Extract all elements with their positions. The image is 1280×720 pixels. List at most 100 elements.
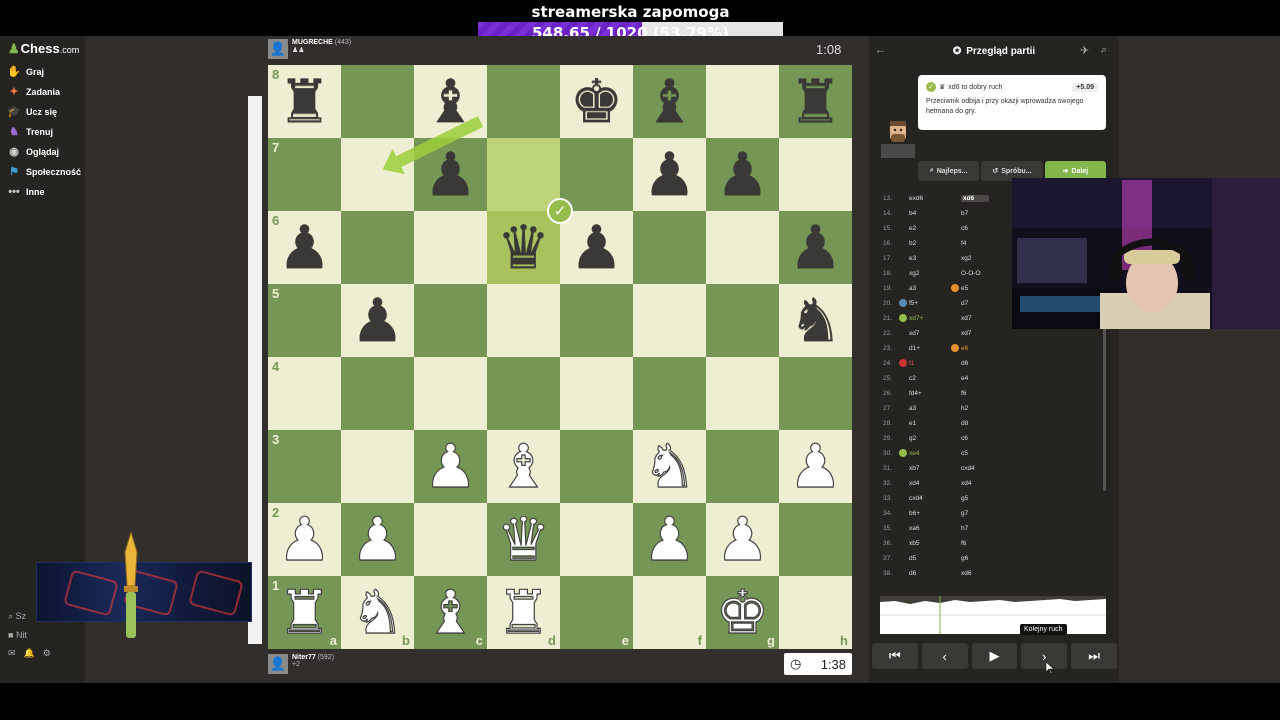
black-move[interactable]: d6	[961, 360, 1021, 367]
square-f4[interactable]	[633, 357, 706, 430]
square-h5[interactable]: ♞	[779, 284, 852, 357]
next-move-button[interactable]: ›	[1021, 643, 1068, 669]
bell-icon[interactable]: 🔔	[24, 648, 35, 659]
avatar[interactable]: 👤	[268, 654, 288, 674]
square-c3[interactable]: ♟	[414, 430, 487, 503]
square-g3[interactable]	[706, 430, 779, 503]
white-move[interactable]: xe4	[899, 449, 961, 457]
black-move[interactable]: xd6	[961, 570, 1021, 577]
user-item[interactable]: ■ Nit	[8, 630, 51, 640]
black-move[interactable]: xd4	[961, 480, 1021, 487]
white-move[interactable]: cxd4	[901, 495, 961, 502]
white-move[interactable]: exd6	[901, 195, 961, 202]
white-move[interactable]: xb7	[901, 465, 961, 472]
square-f1[interactable]: f	[633, 576, 706, 649]
square-c2[interactable]	[414, 503, 487, 576]
square-a2[interactable]: ♟ 2	[268, 503, 341, 576]
white-pawn-icon[interactable]: ♟	[350, 509, 405, 570]
square-a7[interactable]: 7	[268, 138, 341, 211]
black-move[interactable]: e4	[961, 375, 1021, 382]
white-move[interactable]: xd4	[901, 480, 961, 487]
black-pawn-icon[interactable]: ♟	[424, 145, 478, 205]
white-move[interactable]: xd7+	[899, 314, 961, 322]
white-pawn-icon[interactable]: ♟	[788, 436, 843, 497]
square-c7[interactable]: ♟	[414, 138, 487, 211]
square-d6[interactable]: ♛ ✓	[487, 198, 573, 284]
square-h3[interactable]: ♟	[779, 430, 852, 503]
square-e7[interactable]	[560, 138, 633, 211]
white-king-icon[interactable]: ♚	[715, 582, 770, 643]
square-f5[interactable]	[633, 284, 706, 357]
black-move[interactable]: f6	[961, 390, 1021, 397]
white-knight-icon[interactable]: ♞	[642, 436, 697, 497]
black-king-icon[interactable]: ♚	[570, 72, 624, 132]
white-move[interactable]: f1	[899, 359, 961, 367]
black-move[interactable]: c5	[961, 450, 1021, 457]
white-move[interactable]: b4	[901, 210, 961, 217]
white-pawn-icon[interactable]: ♟	[642, 509, 697, 570]
black-move[interactable]: g6	[961, 555, 1021, 562]
player-name[interactable]: MUGRECHE	[292, 39, 333, 46]
white-move[interactable]: e1	[901, 420, 961, 427]
square-b3[interactable]	[341, 430, 414, 503]
gear-icon[interactable]: ⚙	[43, 648, 51, 659]
white-move[interactable]: f5+	[899, 299, 961, 307]
black-pawn-icon[interactable]: ♟	[643, 145, 697, 205]
square-g6[interactable]	[706, 211, 779, 284]
white-move[interactable]: d6	[901, 570, 961, 577]
black-bishop-icon[interactable]: ♝	[643, 72, 697, 132]
white-move[interactable]: g2	[901, 435, 961, 442]
white-rook-icon[interactable]: ♜	[277, 582, 332, 643]
square-f7[interactable]: ♟	[633, 138, 706, 211]
sidebar-item-ucz-się[interactable]: 🎓 Ucz się	[7, 104, 57, 120]
square-a6[interactable]: ♟ 6	[268, 211, 341, 284]
square-h2[interactable]	[779, 503, 852, 576]
notification-icon[interactable]: ✉	[8, 648, 16, 659]
white-move[interactable]: b2	[901, 240, 961, 247]
square-f6[interactable]	[633, 211, 706, 284]
chess-board[interactable]: ♜ 8 ♝ ♚ ♝ ♜ 7 ♟ ♟ ♟ ♟ 6 ♛ ✓ ♟ ♟ 5 ♟ ♞ 4 3 ♟ ♝ ♞ ♟ ♟ 2 ♟ ♛ ♟ ♟ ♜ 1 a ♞ b ♝ c ♜ d…	[268, 65, 852, 649]
search-icon[interactable]: ⌕	[1101, 44, 1107, 57]
white-queen-icon[interactable]: ♛	[496, 509, 551, 570]
square-c4[interactable]	[414, 357, 487, 430]
sidebar-item-trenuj[interactable]: ♞ Trenuj	[8, 124, 53, 140]
square-h4[interactable]	[779, 357, 852, 430]
player-name[interactable]: Niter77	[292, 654, 316, 661]
black-move[interactable]: c6	[961, 435, 1021, 442]
chess-logo[interactable]: ♟Chess.com	[8, 41, 79, 57]
square-g8[interactable]	[706, 65, 779, 138]
square-h1[interactable]: h	[779, 576, 852, 649]
white-move[interactable]: e3	[901, 255, 961, 262]
square-b8[interactable]	[341, 65, 414, 138]
square-b2[interactable]: ♟	[341, 503, 414, 576]
eval-graph[interactable]	[880, 596, 1106, 634]
square-b5[interactable]: ♟	[341, 284, 414, 357]
black-rook-icon[interactable]: ♜	[278, 72, 332, 132]
square-f3[interactable]: ♞	[633, 430, 706, 503]
black-rook-icon[interactable]: ♜	[789, 72, 843, 132]
black-pawn-icon[interactable]: ♟	[716, 145, 770, 205]
square-d5[interactable]	[487, 284, 560, 357]
black-pawn-icon[interactable]: ♟	[570, 218, 624, 278]
square-a1[interactable]: ♜ 1 a	[268, 576, 341, 649]
square-d2[interactable]: ♛	[487, 503, 560, 576]
white-pawn-icon[interactable]: ♟	[423, 436, 478, 497]
white-move[interactable]: xg2	[901, 270, 961, 277]
black-move[interactable]: f6	[961, 540, 1021, 547]
current-move[interactable]: xd6	[961, 195, 989, 202]
square-h8[interactable]: ♜	[779, 65, 852, 138]
sidebar-item-społeczność[interactable]: ⚑ Społeczność	[8, 164, 81, 180]
square-e1[interactable]: e	[560, 576, 633, 649]
white-move[interactable]: e2	[901, 225, 961, 232]
square-a3[interactable]: 3	[268, 430, 341, 503]
square-a4[interactable]: 4	[268, 357, 341, 430]
square-d3[interactable]: ♝	[487, 430, 560, 503]
square-e6[interactable]: ♟	[560, 211, 633, 284]
white-bishop-icon[interactable]: ♝	[496, 436, 551, 497]
square-e8[interactable]: ♚	[560, 65, 633, 138]
square-g5[interactable]	[706, 284, 779, 357]
avatar[interactable]: 👤	[268, 39, 288, 59]
white-move[interactable]: xb5	[901, 540, 961, 547]
white-move[interactable]: d5	[901, 555, 961, 562]
square-d8[interactable]	[487, 65, 560, 138]
